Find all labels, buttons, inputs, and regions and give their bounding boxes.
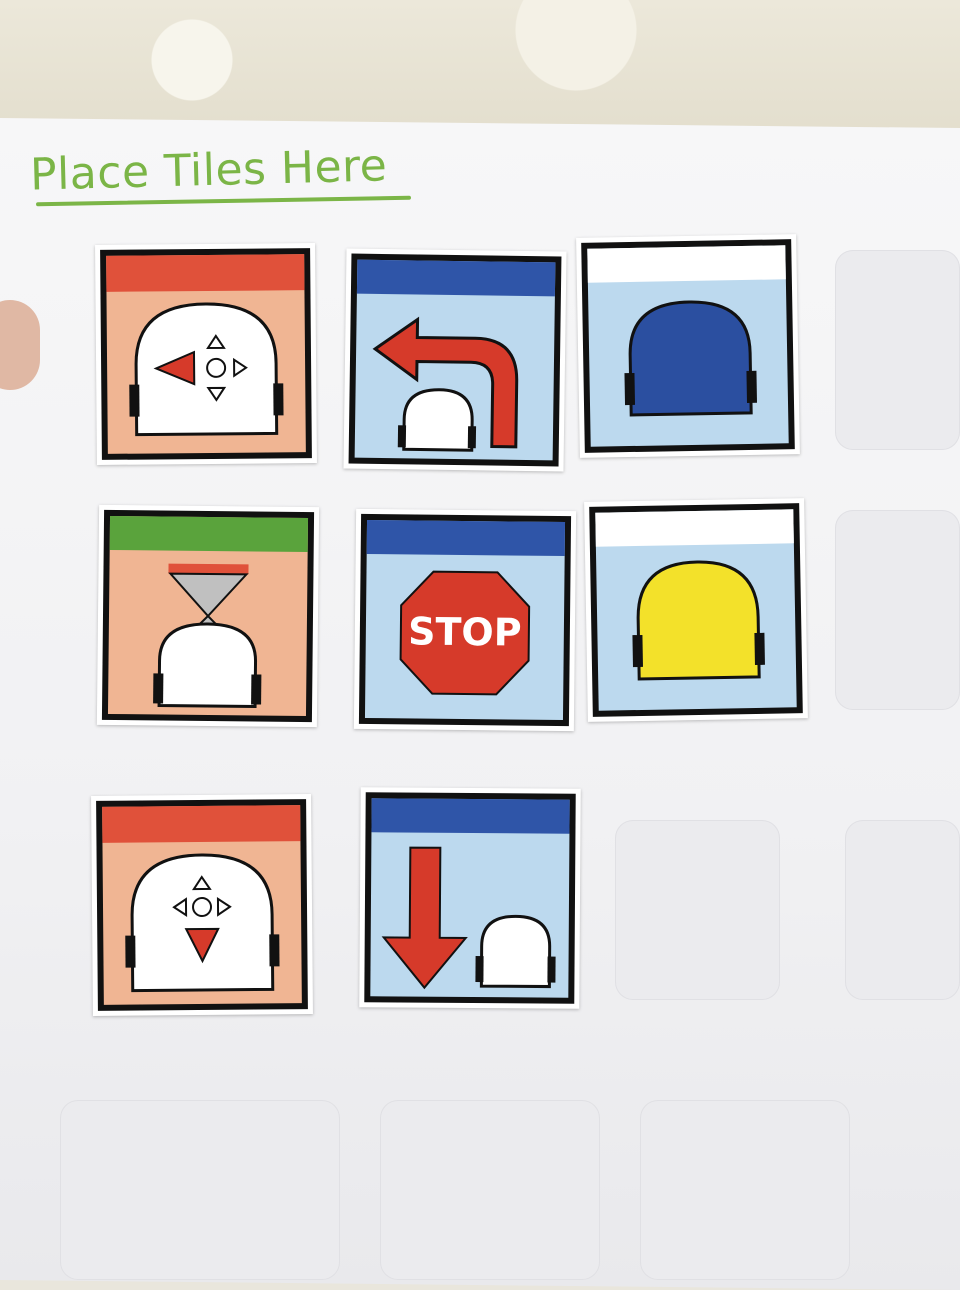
empty-slot	[615, 820, 780, 1000]
wait-tile[interactable]	[96, 504, 320, 728]
stop-label: STOP	[408, 609, 522, 654]
yellow-robot-icon	[589, 503, 803, 717]
move-down-tile[interactable]	[91, 794, 313, 1016]
stop-tile[interactable]: STOP	[353, 508, 577, 732]
blue-robot-tile[interactable]	[576, 234, 800, 458]
down-arrow-robot-icon	[364, 792, 576, 1004]
page-title: Place Tiles Here	[29, 140, 420, 215]
yellow-robot-tile[interactable]	[584, 498, 808, 722]
empty-slot	[640, 1100, 850, 1280]
empty-slot	[60, 1100, 340, 1280]
empty-slot	[380, 1100, 600, 1280]
turn-left-arrow-icon	[348, 253, 562, 467]
move-left-tile[interactable]	[95, 243, 317, 465]
go-back-tile[interactable]	[359, 787, 581, 1009]
finger	[0, 300, 40, 390]
robot-move-left-icon	[100, 248, 312, 460]
stop-sign-icon: STOP	[358, 513, 572, 727]
robot-move-down-icon	[96, 799, 308, 1011]
turn-left-tile[interactable]	[343, 248, 567, 472]
empty-slot	[845, 820, 960, 1000]
blue-robot-icon	[581, 239, 795, 453]
hourglass-robot-icon	[101, 509, 315, 723]
title-text: Place Tiles Here	[29, 140, 388, 201]
empty-slot	[835, 250, 960, 450]
empty-slot	[835, 510, 960, 710]
